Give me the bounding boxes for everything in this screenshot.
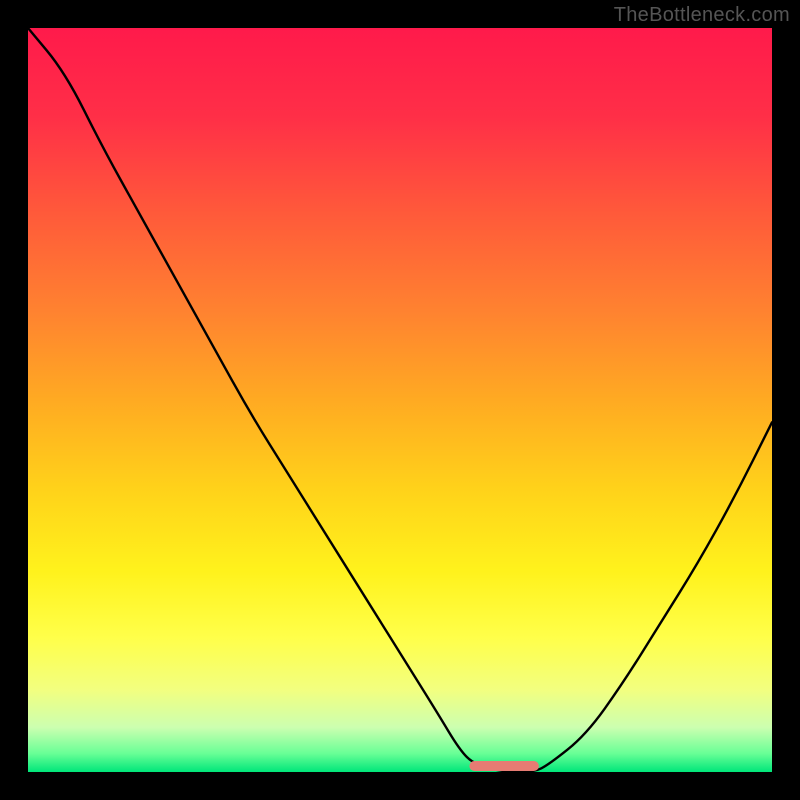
chart-svg: [28, 28, 772, 772]
watermark-text: TheBottleneck.com: [614, 4, 790, 27]
gradient-background: [28, 28, 772, 772]
chart-frame: TheBottleneck.com: [0, 0, 800, 800]
plot-area: [28, 28, 772, 772]
